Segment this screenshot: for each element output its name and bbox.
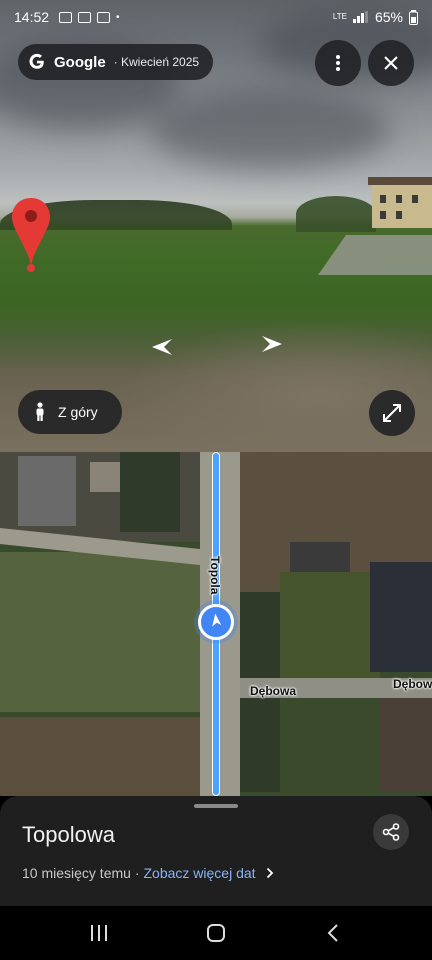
- google-brand-label: Google: [54, 53, 106, 71]
- google-date-pill[interactable]: Google · Kwiecień 2025: [18, 44, 214, 80]
- top-view-label: Z góry: [58, 404, 98, 420]
- calendar-icon: [97, 11, 111, 23]
- street-label-debowa-2: Dębow: [393, 677, 432, 691]
- back-button[interactable]: [313, 913, 353, 953]
- back-icon: [327, 924, 339, 942]
- expand-icon: [383, 404, 401, 422]
- treeline: [296, 196, 376, 232]
- home-button[interactable]: [196, 913, 236, 953]
- expand-button[interactable]: [369, 390, 415, 436]
- house: [368, 177, 432, 228]
- google-logo-icon: [29, 53, 44, 69]
- top-view-button[interactable]: Z góry: [18, 390, 122, 434]
- cloud: [150, 90, 390, 170]
- see-more-dates-link[interactable]: Zobacz więcej dat: [143, 865, 255, 881]
- home-icon: [206, 924, 225, 942]
- share-button[interactable]: [373, 814, 409, 850]
- date-info-row: 10 miesięcy temu · Zobacz więcej dat: [22, 865, 274, 881]
- bottom-sheet[interactable]: Topolowa 10 miesięcy temu · Zobacz więce…: [0, 796, 432, 906]
- street-label-topolowa: Topola: [208, 556, 222, 595]
- battery-percent: 65%: [374, 9, 403, 25]
- message-icon: [78, 11, 92, 23]
- system-navigation-bar: [0, 906, 432, 960]
- signal-icon: [352, 11, 368, 23]
- chevron-right-icon[interactable]: [266, 867, 274, 879]
- close-button[interactable]: [368, 40, 414, 86]
- network-label: LTE: [332, 12, 347, 21]
- capture-date-label: · Kwiecień 2025: [113, 55, 200, 69]
- close-icon: [384, 56, 398, 70]
- share-icon: [382, 823, 400, 841]
- sheet-drag-handle[interactable]: [194, 804, 238, 808]
- location-marker[interactable]: [198, 604, 234, 640]
- more-vert-icon: [336, 55, 340, 71]
- navigation-arrow-icon: [212, 614, 222, 627]
- dot-icon: •: [116, 11, 120, 23]
- place-title: Topolowa: [22, 822, 115, 847]
- road: [317, 235, 432, 275]
- recent-apps-button[interactable]: [79, 913, 119, 953]
- pegman-icon: [36, 402, 44, 421]
- move-left-arrow[interactable]: [144, 335, 174, 359]
- red-pin-icon[interactable]: [10, 196, 52, 276]
- gallery-icon: [59, 11, 73, 23]
- street-label-debowa: Dębowa: [250, 684, 297, 698]
- battery-icon: [409, 9, 418, 25]
- more-options-button[interactable]: [315, 40, 361, 86]
- status-bar: 14:52 • LTE 65%: [0, 0, 432, 34]
- status-time: 14:52: [14, 9, 50, 25]
- capture-age-label: 10 miesięcy temu ·: [22, 865, 140, 881]
- recent-apps-icon: [90, 925, 107, 941]
- move-right-arrow[interactable]: [260, 332, 290, 356]
